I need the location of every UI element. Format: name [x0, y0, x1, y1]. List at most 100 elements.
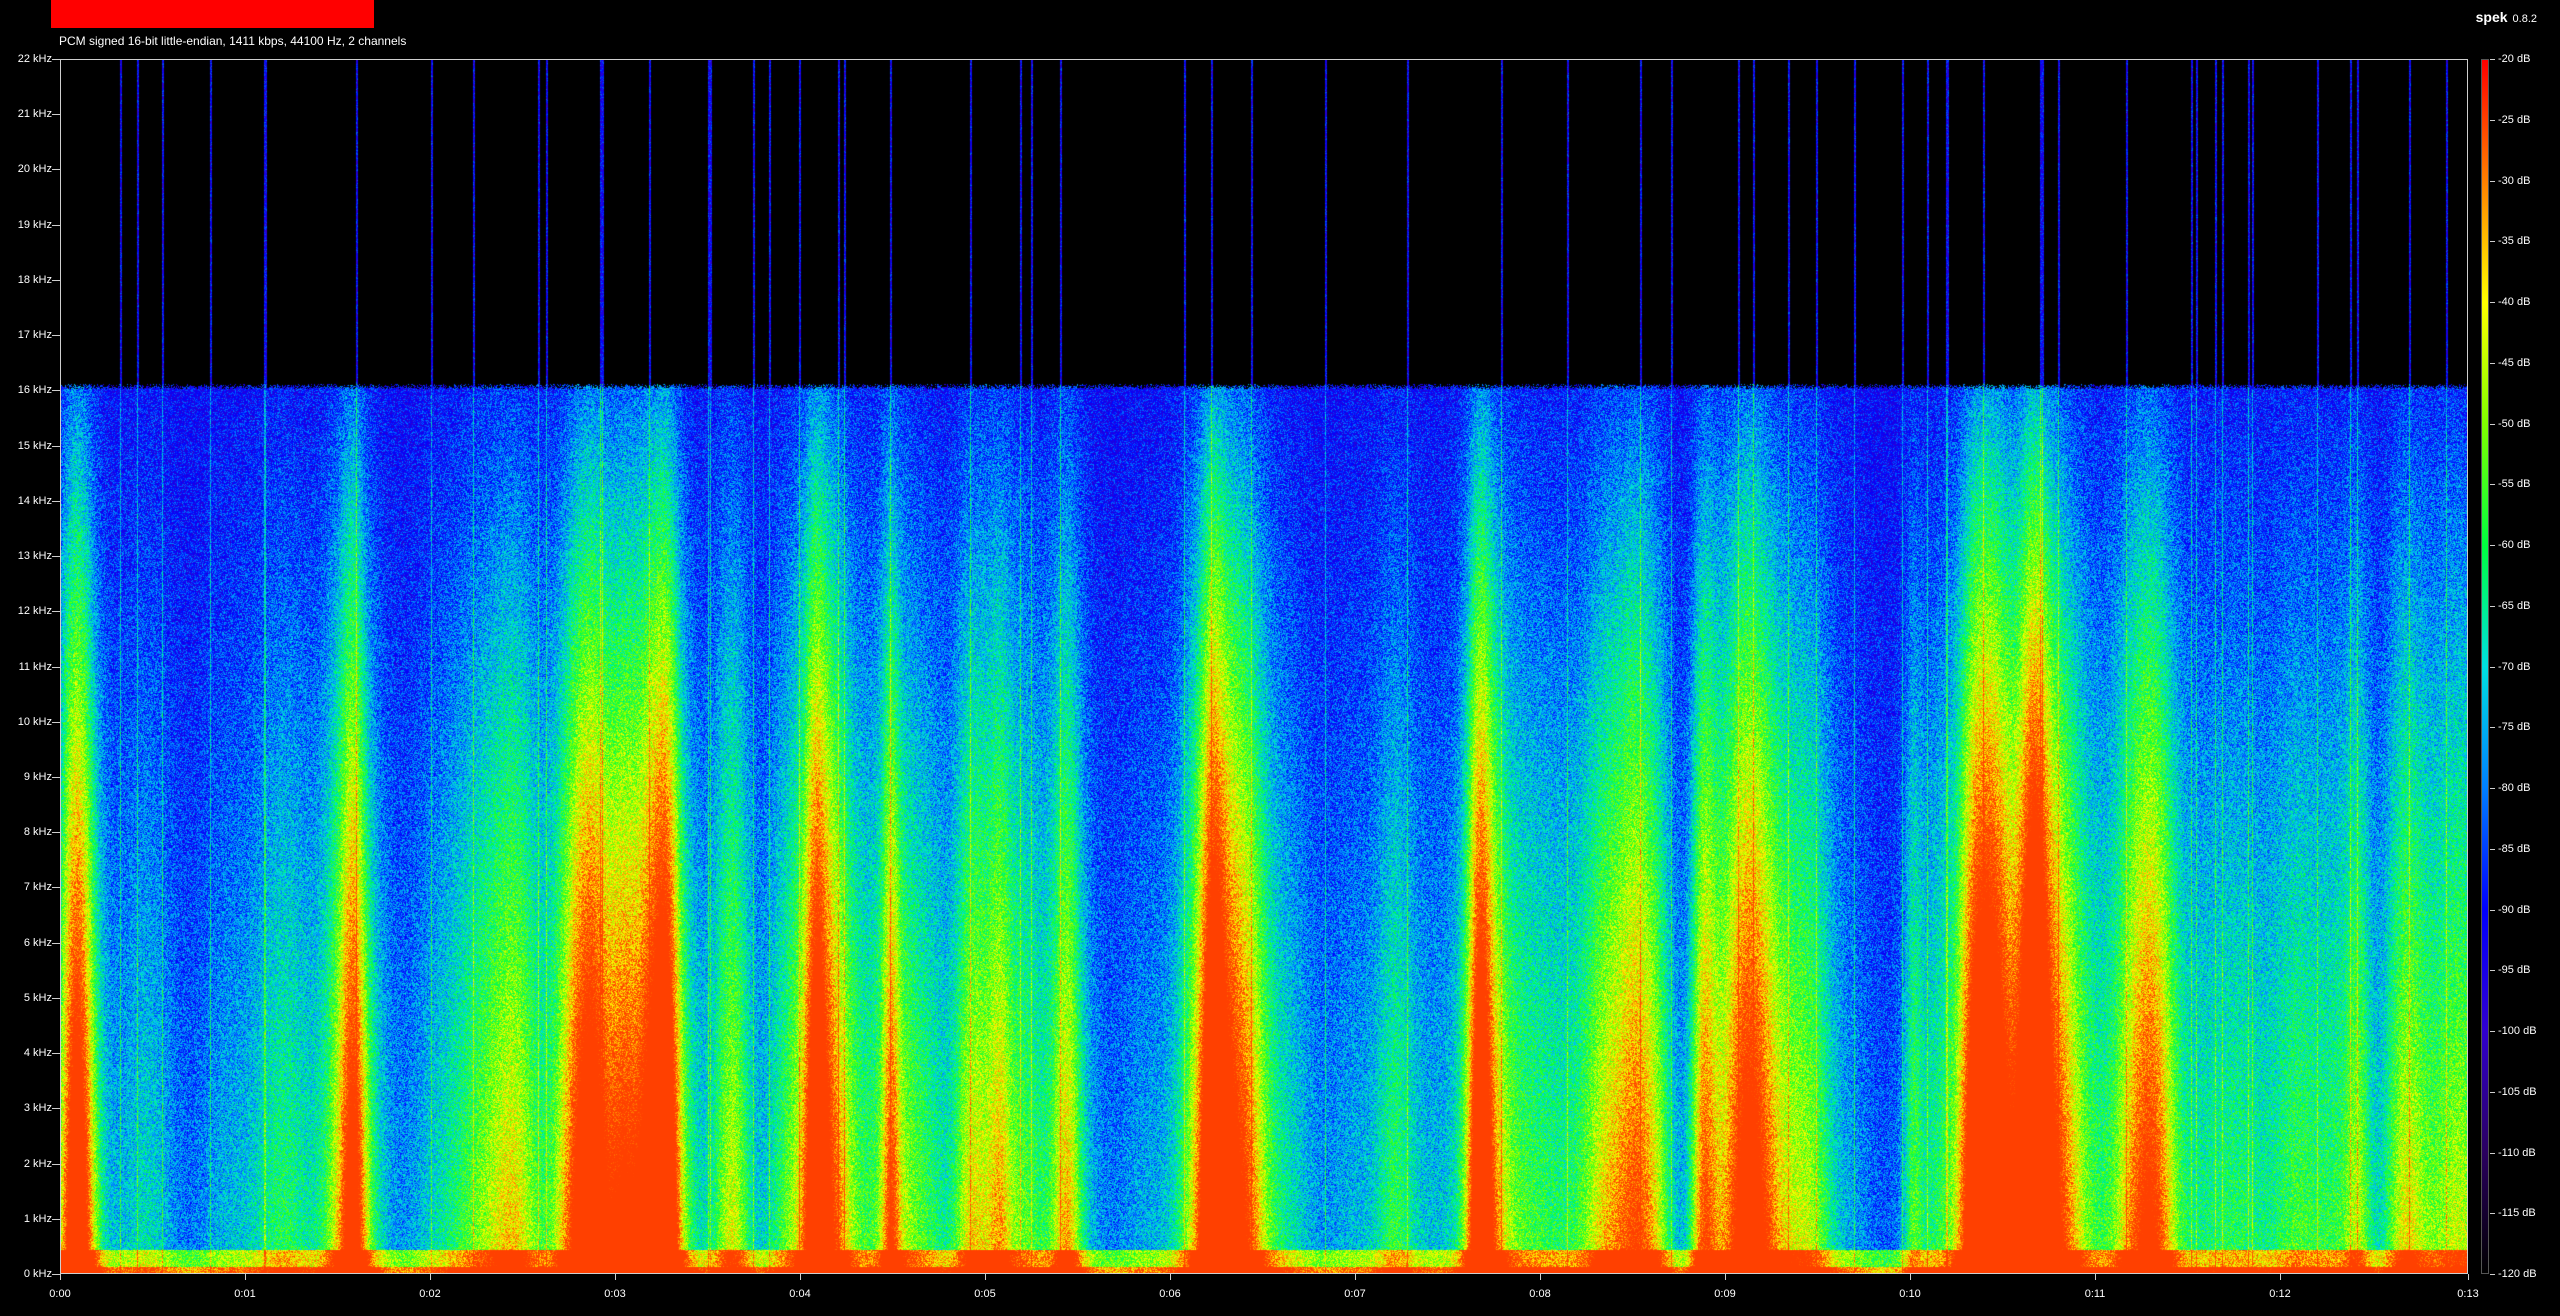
db-tick [2490, 241, 2495, 242]
freq-tick-label: 5 kHz [23, 991, 52, 1004]
freq-tick-label: 10 kHz [17, 715, 52, 728]
freq-tick [52, 501, 60, 502]
freq-tick [52, 722, 60, 723]
db-tick-label: -55 dB [2498, 478, 2531, 491]
file-info-text: PCM signed 16-bit little-endian, 1411 kb… [59, 34, 407, 48]
db-tick [2490, 667, 2495, 668]
time-tick-label: 0:10 [1899, 1288, 1921, 1300]
db-tick-label: -35 dB [2498, 235, 2531, 248]
app-brand: spek 0.8.2 [2476, 9, 2537, 25]
freq-tick [52, 777, 60, 778]
time-tick-label: 0:02 [419, 1288, 441, 1300]
time-tick [245, 1274, 246, 1280]
spectrogram-plot[interactable] [60, 59, 2468, 1274]
freq-tick-label: 11 kHz [18, 660, 52, 673]
time-tick [615, 1274, 616, 1280]
db-tick-label: -90 dB [2498, 903, 2531, 916]
freq-tick [52, 556, 60, 557]
db-tick-label: -65 dB [2498, 599, 2531, 612]
time-tick-label: 0:11 [2084, 1288, 2106, 1300]
db-tick [2490, 424, 2495, 425]
freq-tick-label: 20 kHz [17, 163, 52, 176]
freq-tick-label: 0 kHz [23, 1268, 52, 1280]
freq-tick-label: 22 kHz [17, 53, 52, 65]
freq-tick-label: 21 kHz [17, 108, 52, 121]
time-tick-label: 0:01 [234, 1288, 256, 1300]
db-tick [2490, 910, 2495, 911]
freq-tick [52, 887, 60, 888]
time-tick [800, 1274, 801, 1280]
db-tick [2490, 849, 2495, 850]
time-tick-label: 0:09 [1714, 1288, 1736, 1300]
time-tick [1910, 1274, 1911, 1280]
db-tick-label: -25 dB [2498, 113, 2531, 126]
freq-tick [52, 114, 60, 115]
freq-tick-label: 18 kHz [17, 273, 52, 286]
db-tick [2490, 120, 2495, 121]
db-colorbar [2481, 59, 2489, 1274]
spectrogram-canvas[interactable] [60, 59, 2468, 1274]
db-tick-label: -115 dB [2498, 1207, 2536, 1220]
freq-tick [52, 1219, 60, 1220]
time-tick-label: 0:07 [1344, 1288, 1366, 1300]
db-tick-label: -70 dB [2498, 660, 2531, 673]
time-tick-label: 0:06 [1159, 1288, 1181, 1300]
freq-tick [52, 1164, 60, 1165]
time-tick [2280, 1274, 2281, 1280]
app-name: spek [2475, 9, 2508, 25]
time-tick-label: 0:04 [789, 1288, 811, 1300]
app-version: 0.8.2 [2512, 13, 2537, 25]
freq-tick [52, 446, 60, 447]
freq-tick-label: 4 kHz [23, 1047, 52, 1060]
freq-tick [52, 1108, 60, 1109]
db-tick [2490, 1274, 2495, 1275]
db-tick [2490, 727, 2495, 728]
db-tick-label: -120 dB [2498, 1268, 2537, 1280]
db-tick [2490, 59, 2495, 60]
db-tick-label: -100 dB [2498, 1025, 2537, 1037]
freq-tick [52, 169, 60, 170]
freq-tick [52, 1053, 60, 1054]
freq-tick [52, 335, 60, 336]
time-tick-label: 0:00 [49, 1288, 71, 1300]
title-redacted-bar [51, 0, 374, 28]
db-tick-label: -30 dB [2498, 174, 2531, 187]
db-tick-label: -80 dB [2498, 782, 2531, 794]
db-tick [2490, 1153, 2495, 1154]
time-tick [1540, 1274, 1541, 1280]
freq-tick-label: 14 kHz [17, 494, 52, 507]
freq-tick [52, 667, 60, 668]
freq-tick [52, 280, 60, 281]
time-tick-label: 0:08 [1529, 1288, 1551, 1300]
time-tick [1355, 1274, 1356, 1280]
freq-tick [52, 832, 60, 833]
db-tick [2490, 788, 2495, 789]
freq-tick-label: 17 kHz [17, 329, 52, 342]
time-tick [985, 1274, 986, 1280]
db-tick [2490, 545, 2495, 546]
freq-tick-label: 8 kHz [23, 826, 52, 839]
db-tick-label: -85 dB [2498, 842, 2531, 855]
time-tick [60, 1274, 61, 1280]
time-tick [1170, 1274, 1171, 1280]
freq-tick-label: 16 kHz [17, 384, 52, 397]
time-tick [2095, 1274, 2096, 1280]
time-tick [430, 1274, 431, 1280]
freq-tick [52, 611, 60, 612]
db-tick [2490, 1092, 2495, 1093]
db-tick-label: -45 dB [2498, 356, 2531, 369]
freq-tick [52, 59, 60, 60]
db-tick-label: -60 dB [2498, 539, 2531, 551]
db-tick [2490, 970, 2495, 971]
time-tick-label: 0:03 [604, 1288, 626, 1300]
db-tick [2490, 484, 2495, 485]
db-tick [2490, 1213, 2495, 1214]
freq-tick-label: 7 kHz [23, 881, 52, 894]
freq-tick-label: 3 kHz [23, 1102, 52, 1115]
db-tick-label: -50 dB [2498, 417, 2531, 430]
freq-tick-label: 2 kHz [23, 1157, 52, 1170]
freq-tick-label: 13 kHz [17, 550, 52, 563]
freq-tick-label: 6 kHz [23, 936, 52, 949]
freq-tick-label: 15 kHz [17, 439, 52, 452]
freq-tick [52, 998, 60, 999]
